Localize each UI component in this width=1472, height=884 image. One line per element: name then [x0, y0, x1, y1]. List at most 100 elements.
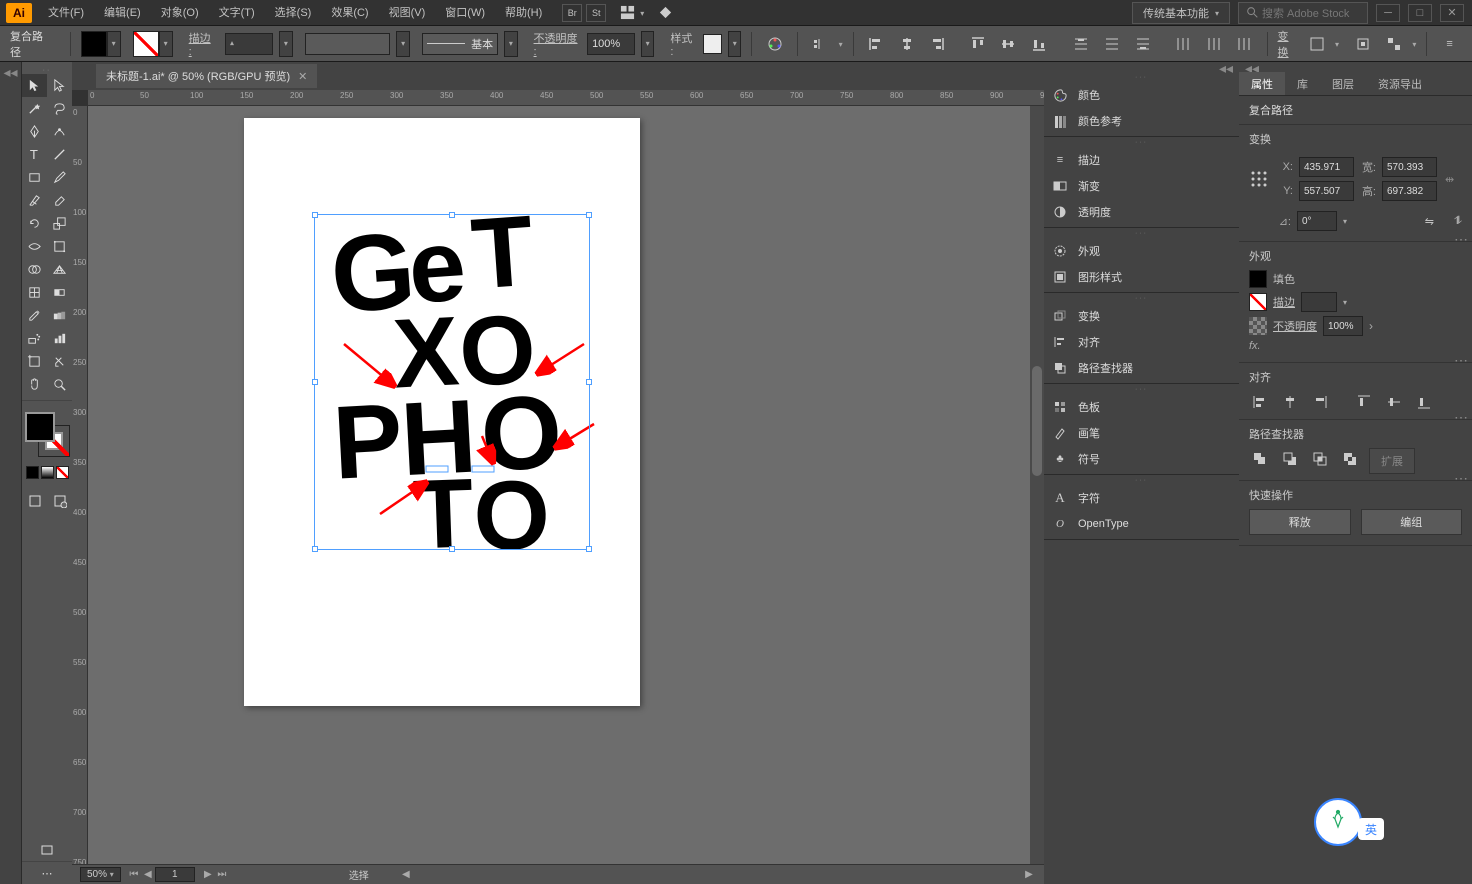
pathfinder-more-icon[interactable]: ⋯ [1454, 474, 1468, 482]
angle-input[interactable]: 0° [1297, 211, 1337, 231]
flip-v-icon[interactable]: ⥮ [1454, 215, 1462, 228]
panel-menu-icon[interactable]: ≡ [1437, 31, 1462, 57]
pf-exclude-icon[interactable] [1339, 448, 1361, 470]
rotate-tool[interactable] [22, 212, 47, 235]
menu-help[interactable]: 帮助(H) [495, 0, 552, 26]
align-point-dd[interactable] [839, 38, 843, 50]
eyedropper-tool[interactable] [22, 304, 47, 327]
pf-intersect-icon[interactable] [1309, 448, 1331, 470]
tab-layers[interactable]: 图层 [1320, 72, 1366, 95]
dist-right-icon[interactable] [1232, 31, 1257, 57]
vertical-ruler[interactable]: 0501001502002503003504004505005506006507… [72, 106, 88, 864]
fill-stroke-swatches[interactable] [25, 412, 69, 456]
menu-window[interactable]: 窗口(W) [435, 0, 495, 26]
menu-edit[interactable]: 编辑(E) [94, 0, 151, 26]
symbol-sprayer-tool[interactable] [22, 327, 47, 350]
transform-label[interactable]: 变换 [1278, 28, 1299, 60]
draw-behind-icon[interactable] [47, 489, 72, 512]
stock-icon[interactable]: St [586, 4, 606, 22]
rp-align-left-icon[interactable] [1249, 391, 1271, 413]
panel-symbols[interactable]: ♣符号 [1044, 446, 1239, 472]
column-graph-tool[interactable] [47, 327, 72, 350]
width-tool[interactable] [22, 235, 47, 258]
menu-file[interactable]: 文件(F) [38, 0, 94, 26]
stroke-dropdown[interactable] [159, 31, 173, 57]
dock-grip[interactable]: ◂◂ [3, 68, 17, 76]
brush-dropdown[interactable] [504, 31, 517, 57]
collapse-dock-icon[interactable]: ◂◂ [1219, 64, 1233, 70]
draw-normal-icon[interactable] [22, 489, 47, 512]
style-swatch[interactable] [703, 34, 722, 54]
tab-close-icon[interactable]: ✕ [298, 70, 307, 83]
selection-tool[interactable] [22, 74, 47, 97]
x-input[interactable]: 435.971 [1299, 157, 1354, 177]
artboard-tool[interactable] [22, 350, 47, 373]
panel-opentype[interactable]: OOpenType [1044, 511, 1239, 537]
curvature-tool[interactable] [47, 120, 72, 143]
panel-transparency[interactable]: 透明度 [1044, 199, 1239, 225]
gradient-tool[interactable] [47, 281, 72, 304]
style-dropdown[interactable] [728, 31, 741, 57]
toolbox-grip[interactable] [22, 66, 72, 74]
bridge-icon[interactable]: Br [562, 4, 582, 22]
w-input[interactable]: 570.393 [1382, 157, 1437, 177]
menu-effect[interactable]: 效果(C) [321, 0, 378, 26]
y-input[interactable]: 557.507 [1299, 181, 1354, 201]
opacity-ap-swatch[interactable] [1249, 317, 1267, 335]
stroke-weight-dropdown[interactable] [279, 31, 292, 57]
close-button[interactable]: ✕ [1440, 4, 1464, 22]
panel-swatches[interactable]: 色板 [1044, 394, 1239, 420]
var-width-profile[interactable] [305, 33, 391, 55]
arrange-icon[interactable] [614, 0, 640, 26]
dist-left-icon[interactable] [1171, 31, 1196, 57]
transform-dd[interactable] [1335, 38, 1339, 50]
link-wh-icon[interactable]: ⇹ [1445, 173, 1454, 186]
panel-character[interactable]: A字符 [1044, 485, 1239, 511]
shaper-tool[interactable] [22, 189, 47, 212]
panel-appearance[interactable]: 外观 [1044, 238, 1239, 264]
stroke-swatch[interactable] [133, 31, 159, 57]
panel-stroke[interactable]: ≡描边 [1044, 147, 1239, 173]
edit-contents-icon[interactable] [1382, 31, 1407, 57]
ime-indicator[interactable]: 英 [1358, 818, 1384, 840]
stroke-weight-input[interactable] [225, 33, 273, 55]
paintbrush-tool[interactable] [47, 166, 72, 189]
align-vcenter-icon[interactable] [996, 31, 1021, 57]
gpu-icon[interactable] [652, 0, 678, 26]
gradient-mode-icon[interactable] [41, 466, 54, 479]
vertical-scrollbar[interactable] [1030, 106, 1044, 864]
minimize-button[interactable]: ─ [1376, 4, 1400, 22]
rp-align-top-icon[interactable] [1353, 391, 1375, 413]
pf-minus-icon[interactable] [1279, 448, 1301, 470]
perspective-grid-tool[interactable] [47, 258, 72, 281]
menu-object[interactable]: 对象(O) [151, 0, 209, 26]
opacity-ap-input[interactable]: 100% [1323, 316, 1363, 336]
brush-def[interactable]: 基本 [422, 33, 498, 55]
lasso-tool[interactable] [47, 97, 72, 120]
collapse-right-icon[interactable]: ◂◂ [1245, 64, 1259, 70]
shape-builder-tool[interactable] [22, 258, 47, 281]
free-transform-tool[interactable] [47, 235, 72, 258]
rectangle-tool[interactable] [22, 166, 47, 189]
align-top-icon[interactable] [965, 31, 990, 57]
tab-asset-export[interactable]: 资源导出 [1366, 72, 1434, 95]
eraser-tool[interactable] [47, 189, 72, 212]
menu-select[interactable]: 选择(S) [265, 0, 322, 26]
var-width-dropdown[interactable] [396, 31, 409, 57]
pf-expand-button[interactable]: 扩展 [1369, 448, 1415, 474]
maximize-button[interactable]: □ [1408, 4, 1432, 22]
horizontal-ruler[interactable]: 0501001502002503003504004505005506006507… [88, 90, 1044, 106]
search-input[interactable]: 搜索 Adobe Stock [1238, 2, 1368, 24]
rp-align-hcenter-icon[interactable] [1279, 391, 1301, 413]
zoom-tool[interactable] [47, 373, 72, 396]
rp-align-right-icon[interactable] [1309, 391, 1331, 413]
opacity-input[interactable]: 100% [587, 33, 635, 55]
panel-transform[interactable]: 变换 [1044, 303, 1239, 329]
first-artboard-icon[interactable]: ⏮ [127, 868, 141, 882]
align-left-icon[interactable] [864, 31, 889, 57]
ctrl-menu[interactable] [1412, 38, 1416, 50]
panel-pathfinder[interactable]: 路径查找器 [1044, 355, 1239, 381]
mesh-tool[interactable] [22, 281, 47, 304]
color-mode-icon[interactable] [26, 466, 39, 479]
align-point-icon[interactable] [808, 31, 833, 57]
